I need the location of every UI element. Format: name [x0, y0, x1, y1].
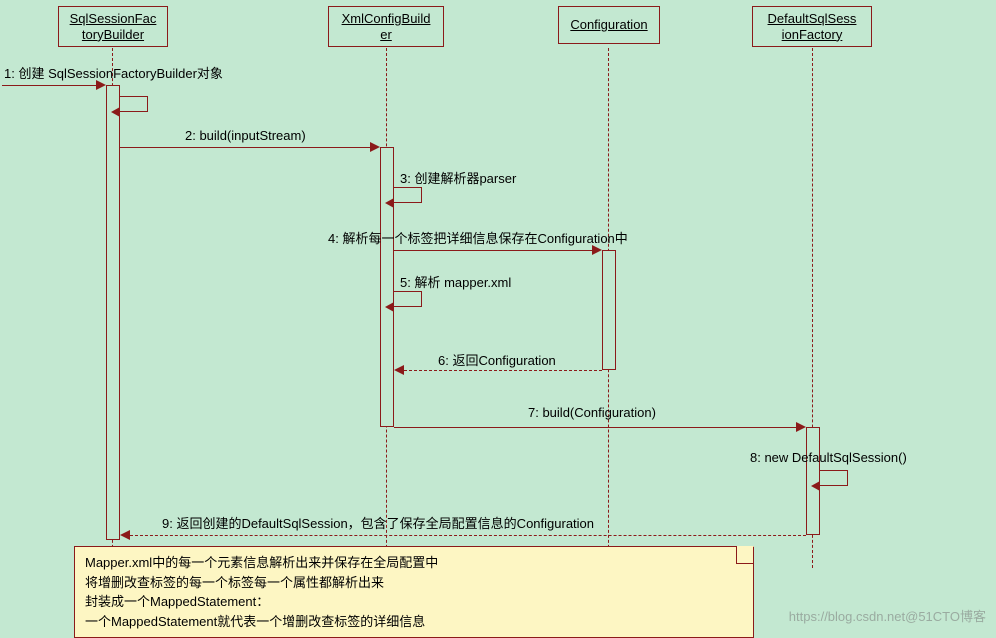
participant-xmlconfigbuilder: XmlConfigBuild er: [328, 6, 444, 47]
participant-label: XmlConfigBuild: [342, 11, 431, 26]
activation-bar: [602, 250, 616, 370]
message-3-label: 3: 创建解析器parser: [400, 168, 516, 187]
participant-label: er: [380, 27, 392, 42]
arrow-head-icon: [120, 530, 130, 540]
message-9-arrow: [130, 535, 806, 536]
participant-label: ionFactory: [782, 27, 843, 42]
message-4-arrow: [394, 250, 592, 251]
note-box: Mapper.xml中的每一个元素信息解析出来并保存在全局配置中 将增删改查标签…: [74, 546, 754, 638]
message-1-label: 1: 创建 SqlSessionFactoryBuilder对象: [4, 63, 223, 82]
participant-label: toryBuilder: [82, 27, 144, 42]
participant-defaultsqlsessionfactory: DefaultSqlSess ionFactory: [752, 6, 872, 47]
activation-bar: [106, 85, 120, 540]
message-6-label: 6: 返回Configuration: [438, 350, 556, 369]
participant-label: DefaultSqlSess: [768, 11, 857, 26]
note-line: Mapper.xml中的每一个元素信息解析出来并保存在全局配置中: [85, 553, 743, 573]
message-5-label: 5: 解析 mapper.xml: [400, 272, 511, 291]
note-line: 一个MappedStatement就代表一个增删改查标签的详细信息: [85, 612, 743, 632]
participant-label: SqlSessionFac: [70, 11, 157, 26]
note-line: 将增删改查标签的每一个标签每一个属性都解析出来: [85, 573, 743, 593]
arrow-head-icon: [370, 142, 380, 152]
message-8-selfcall: [820, 470, 848, 486]
message-7-label: 7: build(Configuration): [528, 405, 656, 420]
participant-sqlsessionfactorybuilder: SqlSessionFac toryBuilder: [58, 6, 168, 47]
message-5-selfcall: [394, 291, 422, 307]
arrow-head-icon: [394, 365, 404, 375]
arrow-head-icon: [796, 422, 806, 432]
message-2-arrow: [120, 147, 370, 148]
note-line: 封装成一个MappedStatement：: [85, 592, 743, 612]
participant-label: Configuration: [570, 17, 647, 32]
message-4-label: 4: 解析每一个标签把详细信息保存在Configuration中: [328, 228, 628, 247]
message-6-arrow: [404, 370, 602, 371]
arrow-head-icon: [592, 245, 602, 255]
message-8-label: 8: new DefaultSqlSession(): [750, 450, 907, 465]
note-fold-icon: [736, 546, 754, 564]
watermark-text: https://blog.csdn.net@51CTO博客: [789, 606, 986, 625]
participant-configuration: Configuration: [558, 6, 660, 44]
message-1-arrow: [2, 85, 96, 86]
message-2-label: 2: build(inputStream): [185, 128, 306, 143]
self-call-bracket: [120, 96, 148, 112]
arrow-head-icon: [96, 80, 106, 90]
activation-bar: [380, 147, 394, 427]
message-7-arrow: [394, 427, 796, 428]
message-3-selfcall: [394, 187, 422, 203]
message-9-label: 9: 返回创建的DefaultSqlSession，包含了保存全局配置信息的Co…: [162, 513, 594, 532]
